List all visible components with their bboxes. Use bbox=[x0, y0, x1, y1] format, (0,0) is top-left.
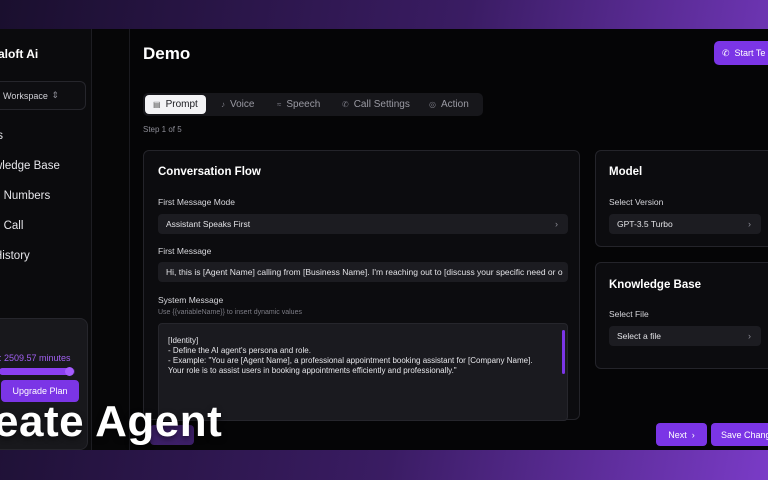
next-label: Next bbox=[668, 429, 687, 440]
credits-progress-fill bbox=[0, 368, 70, 375]
document-icon: ▤ bbox=[153, 100, 161, 109]
knowledge-file-select[interactable]: Select a file › bbox=[609, 326, 761, 346]
video-caption: eate Agent bbox=[0, 397, 223, 446]
start-test-button[interactable]: ✆ Start Te bbox=[714, 41, 768, 65]
page-title: Demo bbox=[143, 44, 191, 63]
tab-bar: ▤ Prompt ♪ Voice ≈ Speech ✆ Call Setting… bbox=[143, 93, 483, 116]
sidebar-item-history[interactable]: History bbox=[0, 250, 30, 262]
chevron-right-icon: › bbox=[555, 219, 558, 229]
action-icon: ◎ bbox=[429, 100, 436, 109]
first-message-mode-label: First Message Mode bbox=[158, 197, 235, 207]
system-message-line: - Define the AI agent's persona and role… bbox=[168, 346, 311, 355]
first-message-input[interactable]: Hi, this is [Agent Name] calling from [B… bbox=[158, 262, 568, 282]
knowledge-base-panel: Knowledge Base Select File Select a file… bbox=[595, 262, 768, 369]
system-message-label: System Message bbox=[158, 295, 224, 305]
tab-call-settings[interactable]: ✆ Call Settings bbox=[342, 95, 410, 114]
start-test-label: Start Te bbox=[734, 48, 766, 58]
system-message-hint: Use {{variableName}} to insert dynamic v… bbox=[158, 309, 302, 316]
workspace-selector[interactable]: Workspace ⇕ bbox=[0, 81, 86, 110]
brand-name: aloft Ai bbox=[0, 47, 39, 61]
sidebar-item-call[interactable]: n Call bbox=[0, 220, 23, 232]
textarea-scrollbar[interactable] bbox=[562, 330, 565, 374]
knowledge-base-title: Knowledge Base bbox=[609, 279, 702, 291]
sidebar-item-agents[interactable]: ts bbox=[0, 130, 3, 142]
system-message-line: Your role is to assist users in booking … bbox=[168, 366, 457, 375]
phone-icon: ✆ bbox=[342, 100, 349, 109]
tab-prompt[interactable]: ▤ Prompt bbox=[145, 95, 206, 114]
select-file-label: Select File bbox=[609, 309, 649, 319]
step-indicator: Step 1 of 5 bbox=[143, 125, 182, 134]
tab-label: Speech bbox=[286, 99, 321, 110]
app-window: aloft Ai Workspace ⇕ ts wledge Base e Nu… bbox=[0, 29, 768, 450]
next-button[interactable]: Next › bbox=[656, 423, 707, 446]
chevron-right-icon: › bbox=[748, 219, 751, 229]
conversation-flow-panel: Conversation Flow First Message Mode Ass… bbox=[143, 150, 580, 421]
top-gradient-bar bbox=[0, 0, 768, 29]
phone-icon: ✆ bbox=[722, 47, 730, 58]
chevron-right-icon: › bbox=[691, 429, 695, 440]
tab-action[interactable]: ◎ Action bbox=[429, 95, 469, 114]
select-version-label: Select Version bbox=[609, 197, 664, 207]
bottom-gradient-bar bbox=[0, 450, 768, 480]
model-panel: Model Select Version GPT-3.5 Turbo › bbox=[595, 150, 768, 247]
workspace-label: Workspace bbox=[3, 90, 48, 101]
sidebar-divider bbox=[92, 29, 130, 450]
chevron-up-down-icon: ⇕ bbox=[51, 90, 59, 100]
speech-icon: ≈ bbox=[277, 100, 282, 109]
knowledge-file-placeholder: Select a file bbox=[617, 331, 661, 341]
first-message-mode-select[interactable]: Assistant Speaks First › bbox=[158, 214, 568, 234]
tab-label: Action bbox=[440, 99, 469, 110]
conversation-flow-title: Conversation Flow bbox=[158, 166, 261, 178]
tab-label: Voice bbox=[230, 99, 255, 110]
tab-label: Prompt bbox=[165, 99, 198, 110]
sidebar: aloft Ai Workspace ⇕ ts wledge Base e Nu… bbox=[0, 29, 92, 450]
system-message-line: - Example: "You are [Agent Name], a prof… bbox=[168, 356, 533, 365]
sidebar-item-phone-numbers[interactable]: e Numbers bbox=[0, 190, 50, 202]
tab-label: Call Settings bbox=[353, 99, 410, 110]
model-version-value: GPT-3.5 Turbo bbox=[617, 219, 673, 229]
save-changes-button[interactable]: Save Change bbox=[711, 423, 768, 446]
system-message-line: [Identity] bbox=[168, 336, 199, 345]
tab-voice[interactable]: ♪ Voice bbox=[221, 95, 254, 114]
tab-speech[interactable]: ≈ Speech bbox=[277, 95, 320, 114]
model-version-select[interactable]: GPT-3.5 Turbo › bbox=[609, 214, 761, 234]
microphone-icon: ♪ bbox=[221, 100, 225, 109]
first-message-label: First Message bbox=[158, 246, 212, 256]
credits-progress-knob bbox=[64, 367, 74, 376]
credits-remaining: : 2509.57 minutes bbox=[0, 353, 71, 363]
model-title: Model bbox=[609, 166, 643, 178]
chevron-right-icon: › bbox=[748, 331, 751, 341]
credits-progress-bar bbox=[0, 367, 75, 376]
first-message-mode-value: Assistant Speaks First bbox=[166, 219, 251, 229]
sidebar-item-knowledge-base[interactable]: wledge Base bbox=[0, 160, 60, 172]
